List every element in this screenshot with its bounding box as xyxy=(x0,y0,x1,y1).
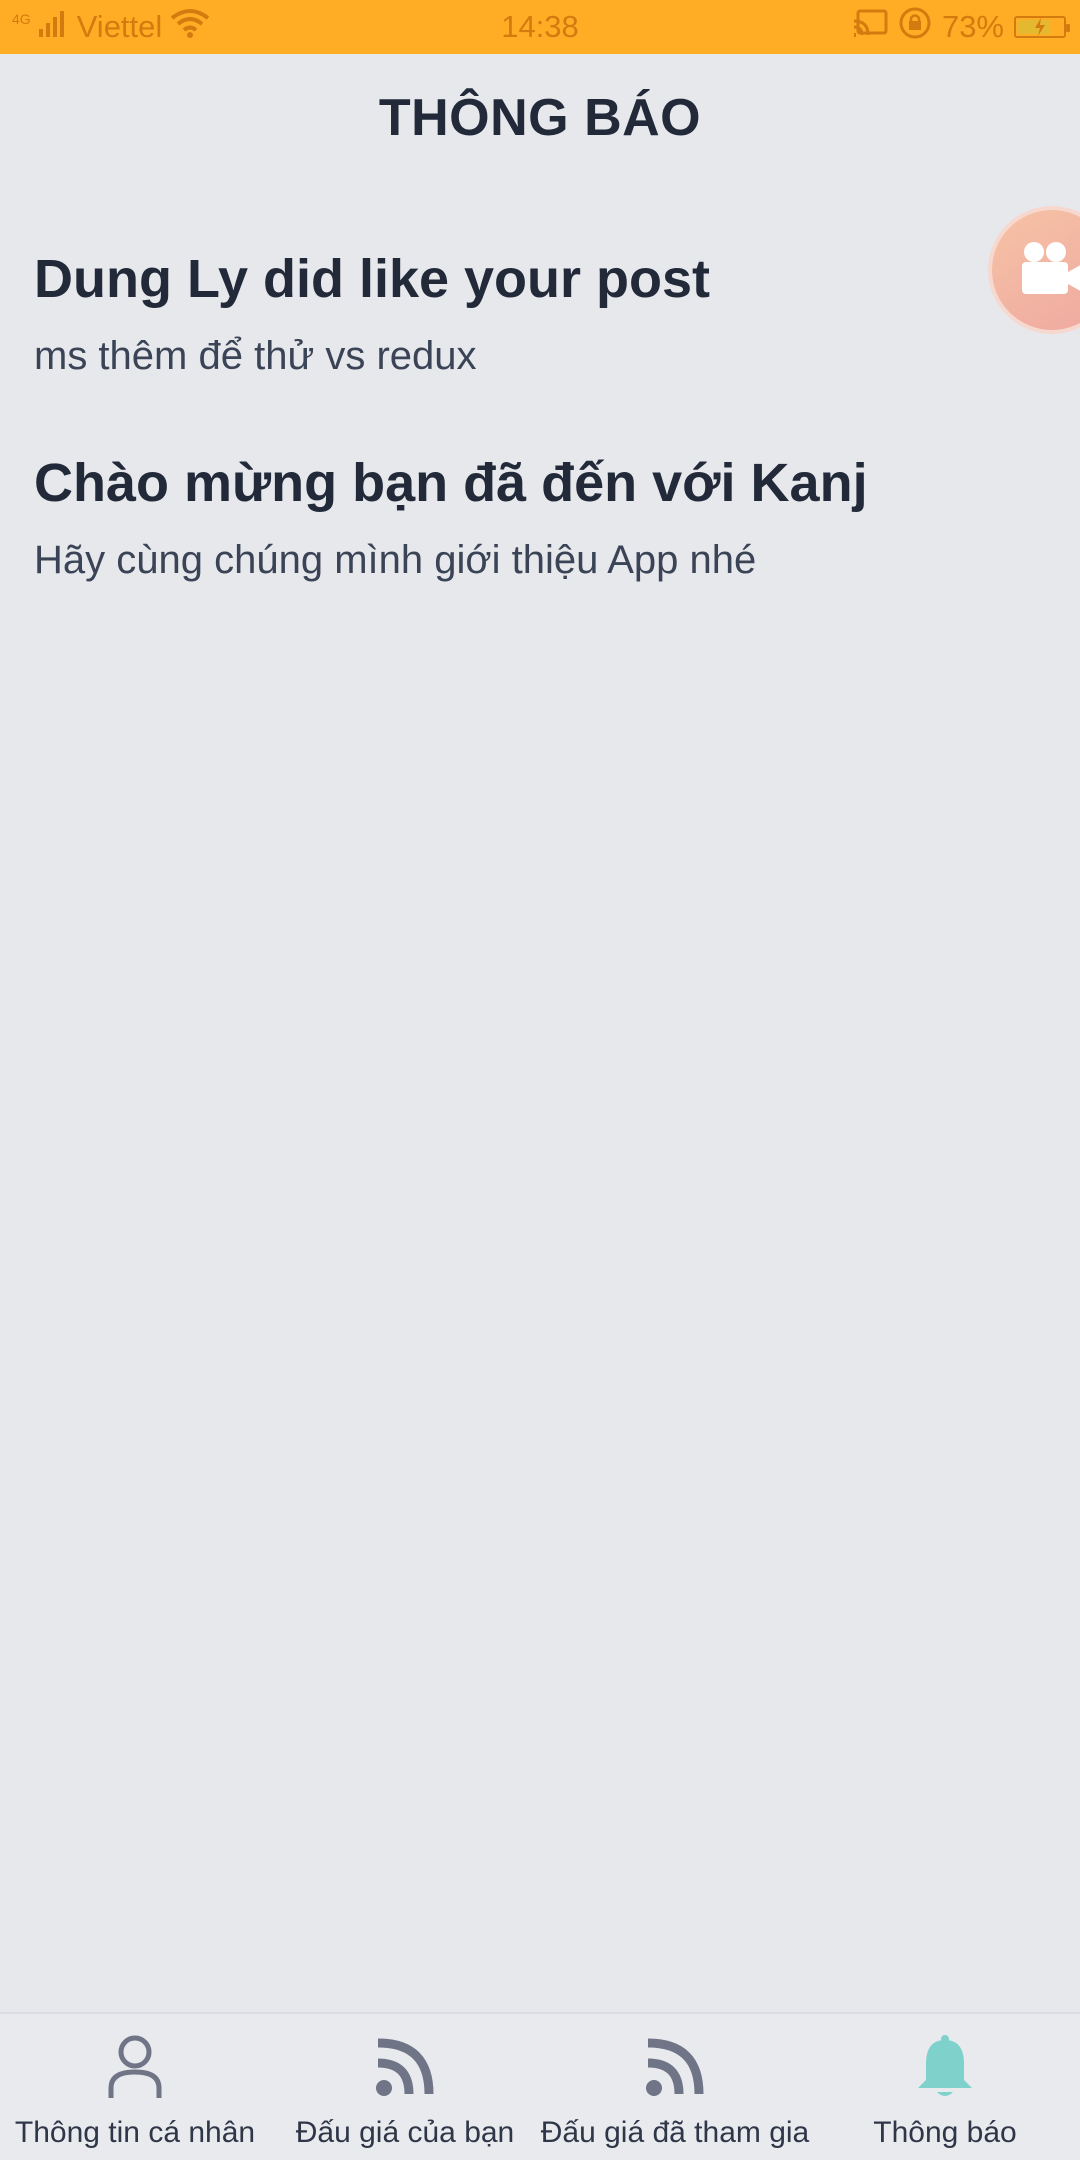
rss-icon xyxy=(375,2032,435,2102)
user-icon xyxy=(107,2032,163,2102)
rotation-lock-icon xyxy=(898,6,932,48)
cast-icon xyxy=(852,9,888,45)
status-bar: 4G Viettel 14:38 73% xyxy=(0,0,1080,54)
nav-label-profile: Thông tin cá nhân xyxy=(14,2116,256,2149)
notification-list: Dung Ly did like your post ms thêm để th… xyxy=(34,238,1040,646)
status-right: 73% xyxy=(852,0,1070,54)
nav-label-joined-auctions: Đấu giá đã tham gia xyxy=(540,2116,810,2149)
nav-item-profile[interactable]: Thông tin cá nhân xyxy=(0,2014,270,2160)
nav-item-joined-auctions[interactable]: Đấu giá đã tham gia xyxy=(540,2014,810,2160)
nav-label-notifications: Thông báo xyxy=(873,2116,1017,2149)
nav-item-my-auctions[interactable]: Đấu giá của bạn xyxy=(270,2014,540,2160)
notification-title: Dung Ly did like your post xyxy=(34,249,711,309)
nav-label-my-auctions: Đấu giá của bạn xyxy=(295,2116,515,2149)
battery-icon xyxy=(1014,16,1070,38)
notification-item[interactable]: Chào mừng bạn đã đến với Kanj Hãy cùng c… xyxy=(34,442,1040,590)
nav-item-notifications[interactable]: Thông báo xyxy=(810,2014,1080,2160)
notification-body: ms thêm để thử vs redux xyxy=(34,334,477,378)
status-time: 14:38 xyxy=(501,9,579,44)
battery-percent: 73% xyxy=(941,9,1004,44)
notification-item[interactable]: Dung Ly did like your post ms thêm để th… xyxy=(34,238,1040,386)
bell-icon xyxy=(916,2032,974,2102)
notification-body: Hãy cùng chúng mình giới thiệu App nhé xyxy=(34,538,757,582)
notification-title: Chào mừng bạn đã đến với Kanj xyxy=(34,453,868,513)
bottom-nav: Thông tin cá nhân Đấu giá của bạn Đấu gi… xyxy=(0,2012,1080,2160)
page-title: THÔNG BÁO xyxy=(378,89,702,147)
rss-icon xyxy=(645,2032,705,2102)
video-camera-icon xyxy=(1020,240,1080,301)
